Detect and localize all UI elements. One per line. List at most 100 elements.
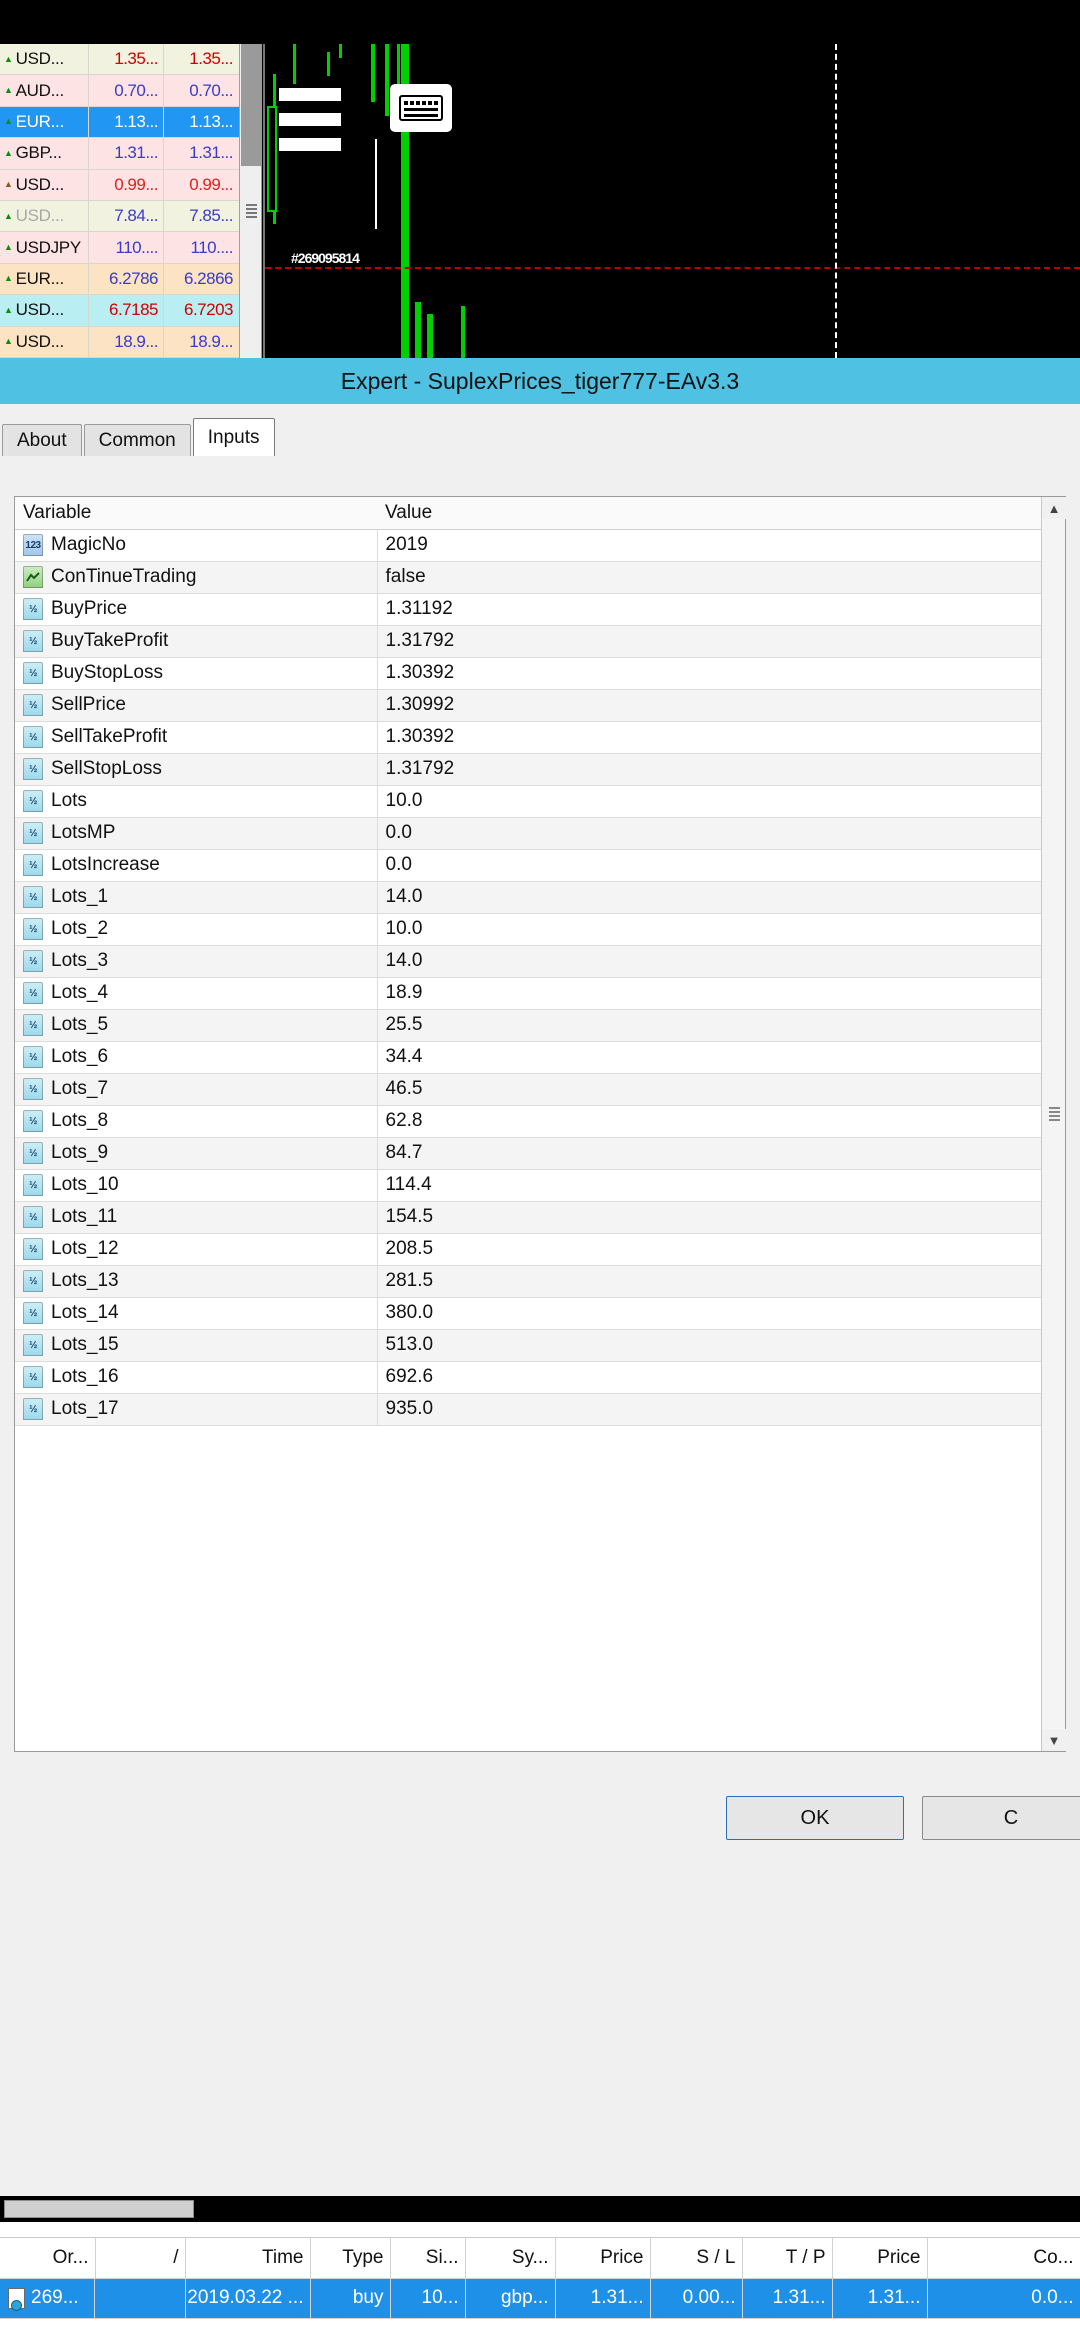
variable-cell[interactable]: ½Lots_15 — [15, 1329, 377, 1361]
variable-cell[interactable]: 123MagicNo — [15, 529, 377, 561]
scroll-down-arrow-icon[interactable]: ▼ — [1042, 1729, 1066, 1751]
market-watch-row[interactable]: ▲AUD...0.70...0.70... — [0, 75, 239, 106]
variable-cell[interactable]: ½BuyPrice — [15, 593, 377, 625]
table-row[interactable]: ½Lots_862.8 — [15, 1105, 1042, 1137]
value-cell[interactable]: 18.9 — [377, 977, 1042, 1009]
terminal-cell[interactable]: gbp... — [465, 2278, 555, 2319]
table-row[interactable]: ½Lots_525.5 — [15, 1009, 1042, 1041]
value-cell[interactable]: 10.0 — [377, 785, 1042, 817]
value-cell[interactable]: 62.8 — [377, 1105, 1042, 1137]
keyboard-icon[interactable] — [390, 84, 452, 132]
variable-cell[interactable]: ½Lots_5 — [15, 1009, 377, 1041]
variable-cell[interactable]: ConTinueTrading — [15, 561, 377, 593]
variable-cell[interactable]: ½Lots — [15, 785, 377, 817]
variable-cell[interactable]: ½SellStopLoss — [15, 753, 377, 785]
market-watch-scroll-thumb[interactable] — [241, 44, 261, 166]
value-cell[interactable]: 1.31792 — [377, 625, 1042, 657]
table-row[interactable]: ½Lots_114.0 — [15, 881, 1042, 913]
price-chart[interactable]: #269095814 — [263, 44, 1080, 358]
table-row[interactable]: ½SellStopLoss1.31792 — [15, 753, 1042, 785]
table-row[interactable]: ½Lots_17935.0 — [15, 1393, 1042, 1425]
terminal-cell[interactable]: 0.00... — [650, 2278, 742, 2319]
column-header-variable[interactable]: Variable — [15, 497, 377, 529]
variable-cell[interactable]: ½Lots_9 — [15, 1137, 377, 1169]
market-watch-row[interactable]: ▲USD...6.71856.7203 — [0, 295, 239, 326]
variable-cell[interactable]: ½SellPrice — [15, 689, 377, 721]
terminal-scroll-thumb[interactable] — [4, 2200, 194, 2218]
variable-cell[interactable]: ½LotsIncrease — [15, 849, 377, 881]
value-cell[interactable]: 25.5 — [377, 1009, 1042, 1041]
inputs-table-container[interactable]: Variable Value 123MagicNo2019ConTinueTra… — [14, 496, 1066, 1752]
table-row[interactable]: ½Lots_11154.5 — [15, 1201, 1042, 1233]
table-row[interactable]: ½Lots_746.5 — [15, 1073, 1042, 1105]
value-cell[interactable]: 1.30392 — [377, 657, 1042, 689]
terminal-column-header[interactable]: Co... — [927, 2238, 1080, 2278]
variable-cell[interactable]: ½Lots_10 — [15, 1169, 377, 1201]
variable-cell[interactable]: ½Lots_13 — [15, 1265, 377, 1297]
value-cell[interactable]: 513.0 — [377, 1329, 1042, 1361]
variable-cell[interactable]: ½Lots_12 — [15, 1233, 377, 1265]
terminal-column-header[interactable]: Type — [310, 2238, 390, 2278]
ok-button[interactable]: OK — [726, 1796, 904, 1840]
value-cell[interactable]: 208.5 — [377, 1233, 1042, 1265]
scroll-up-arrow-icon[interactable]: ▲ — [1042, 497, 1066, 519]
table-row[interactable]: ½SellTakeProfit1.30392 — [15, 721, 1042, 753]
variable-cell[interactable]: ½Lots_7 — [15, 1073, 377, 1105]
table-row[interactable]: ½Lots_14380.0 — [15, 1297, 1042, 1329]
value-cell[interactable]: 34.4 — [377, 1041, 1042, 1073]
menu-hamburger-icon[interactable] — [279, 88, 341, 163]
terminal-cell[interactable]: 1.31... — [742, 2278, 832, 2319]
terminal-cell[interactable]: 2019.03.22 ... — [185, 2278, 310, 2319]
inputs-table-scrollbar[interactable]: ▲ ▼ — [1041, 497, 1065, 1751]
market-watch-row[interactable]: ▲EUR...1.13...1.13... — [0, 107, 239, 138]
table-row[interactable]: ConTinueTradingfalse — [15, 561, 1042, 593]
terminal-cell[interactable]: 10... — [390, 2278, 465, 2319]
value-cell[interactable]: 0.0 — [377, 817, 1042, 849]
table-row[interactable]: ½BuyStopLoss1.30392 — [15, 657, 1042, 689]
value-cell[interactable]: 692.6 — [377, 1361, 1042, 1393]
table-row[interactable]: ½BuyTakeProfit1.31792 — [15, 625, 1042, 657]
terminal-column-header[interactable]: Time — [185, 2238, 310, 2278]
table-row[interactable]: ½Lots_16692.6 — [15, 1361, 1042, 1393]
variable-cell[interactable]: ½Lots_2 — [15, 913, 377, 945]
value-cell[interactable]: 14.0 — [377, 881, 1042, 913]
terminal-horizontal-scrollbar[interactable] — [0, 2196, 1080, 2222]
table-row[interactable]: ½LotsMP0.0 — [15, 817, 1042, 849]
market-watch-row[interactable]: ▲USD...18.9...18.9... — [0, 327, 239, 358]
market-watch-row[interactable]: ▲USD...0.99...0.99... — [0, 170, 239, 201]
table-row[interactable]: ½Lots_418.9 — [15, 977, 1042, 1009]
terminal-cell[interactable]: buy — [310, 2278, 390, 2319]
terminal-row[interactable]: 269...2019.03.22 ...buy10...gbp...1.31..… — [0, 2278, 1080, 2319]
market-watch-row[interactable]: ▲EUR...6.27866.2866 — [0, 264, 239, 295]
market-watch-panel[interactable]: ▲USD...1.35...1.35...▲AUD...0.70...0.70.… — [0, 44, 240, 358]
terminal-cell[interactable]: 1.31... — [555, 2278, 650, 2319]
variable-cell[interactable]: ½Lots_8 — [15, 1105, 377, 1137]
table-row[interactable]: ½Lots_15513.0 — [15, 1329, 1042, 1361]
terminal-cell[interactable]: 0.0... — [927, 2278, 1080, 2319]
variable-cell[interactable]: ½BuyStopLoss — [15, 657, 377, 689]
variable-cell[interactable]: ½Lots_17 — [15, 1393, 377, 1425]
terminal-column-header[interactable]: Price — [555, 2238, 650, 2278]
market-watch-scrollbar[interactable] — [240, 44, 262, 358]
value-cell[interactable]: 1.31192 — [377, 593, 1042, 625]
market-watch-row[interactable]: ▲GBP...1.31...1.31... — [0, 138, 239, 169]
market-watch-row[interactable]: ▲USD...1.35...1.35... — [0, 44, 239, 75]
value-cell[interactable]: 1.30392 — [377, 721, 1042, 753]
terminal-column-header[interactable]: S / L — [650, 2238, 742, 2278]
column-header-value[interactable]: Value — [377, 497, 1042, 529]
table-row[interactable]: ½Lots_984.7 — [15, 1137, 1042, 1169]
variable-cell[interactable]: ½Lots_11 — [15, 1201, 377, 1233]
table-row[interactable]: ½Lots_634.4 — [15, 1041, 1042, 1073]
value-cell[interactable]: 10.0 — [377, 913, 1042, 945]
value-cell[interactable]: 281.5 — [377, 1265, 1042, 1297]
value-cell[interactable]: false — [377, 561, 1042, 593]
table-row[interactable]: ½Lots_13281.5 — [15, 1265, 1042, 1297]
variable-cell[interactable]: ½Lots_16 — [15, 1361, 377, 1393]
value-cell[interactable]: 1.30992 — [377, 689, 1042, 721]
value-cell[interactable]: 380.0 — [377, 1297, 1042, 1329]
terminal-cell[interactable] — [95, 2278, 185, 2319]
terminal-column-header[interactable]: T / P — [742, 2238, 832, 2278]
variable-cell[interactable]: ½Lots_4 — [15, 977, 377, 1009]
open-trades-table[interactable]: Or.../TimeTypeSi...Sy...PriceS / LT / PP… — [0, 2238, 1080, 2319]
tab-about[interactable]: About — [2, 424, 82, 456]
